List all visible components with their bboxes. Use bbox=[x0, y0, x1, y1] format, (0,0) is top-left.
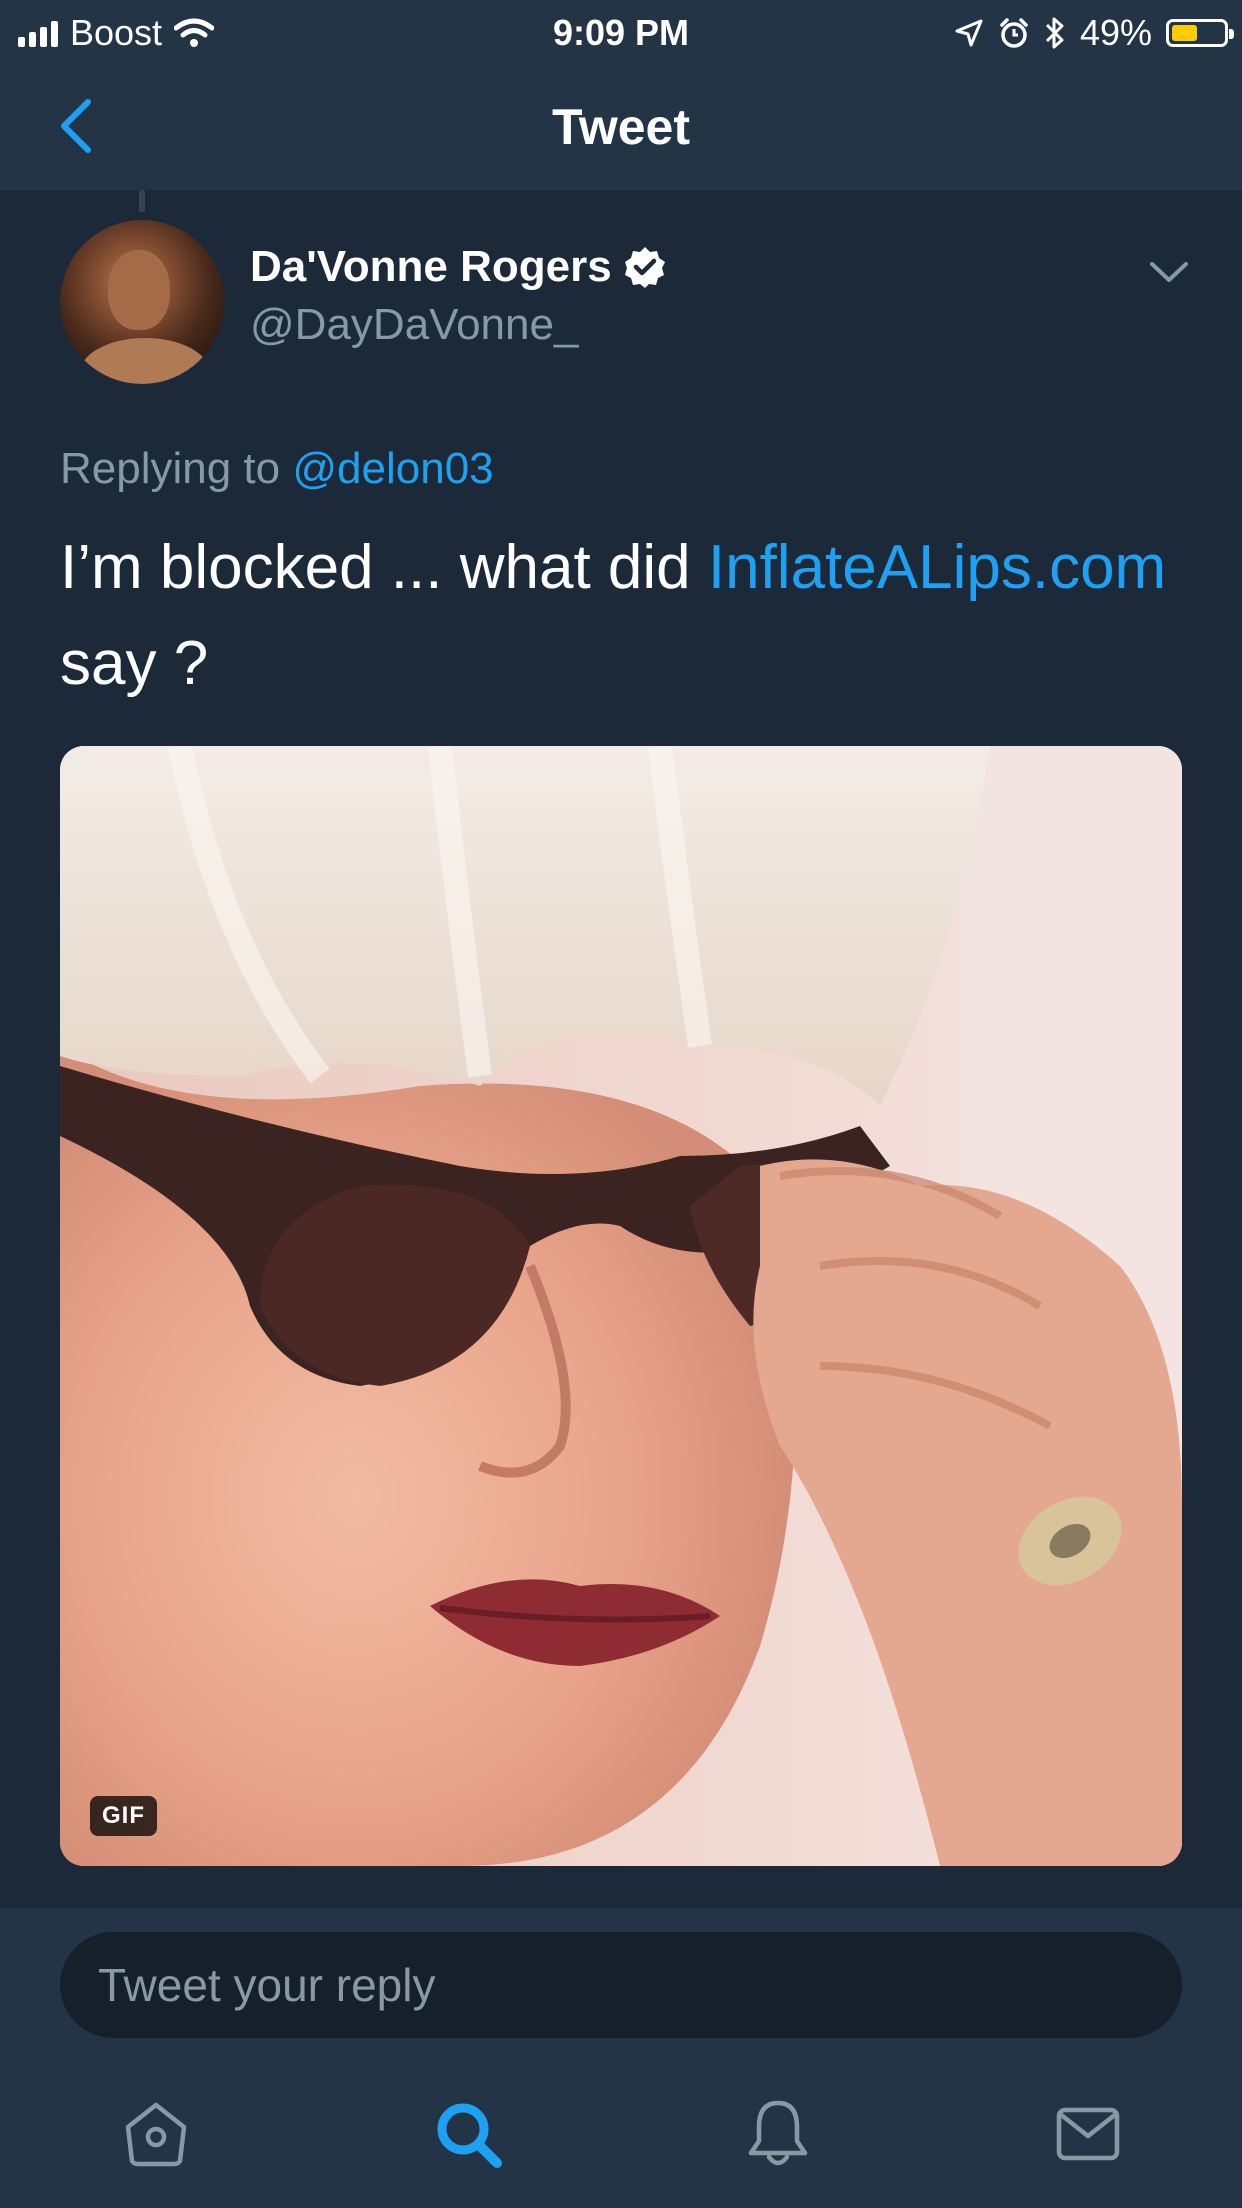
display-name: Da'Vonne Rogers bbox=[250, 242, 612, 291]
tab-notifications[interactable] bbox=[740, 2096, 816, 2172]
display-name-row: Da'Vonne Rogers bbox=[250, 242, 666, 292]
replying-prefix: Replying to bbox=[60, 444, 281, 493]
tab-home[interactable] bbox=[118, 2096, 194, 2172]
verified-icon bbox=[624, 247, 665, 288]
tweet-options-button[interactable] bbox=[1146, 256, 1192, 286]
reply-bar bbox=[0, 1908, 1242, 2058]
avatar-shoulder bbox=[80, 338, 210, 384]
tab-messages[interactable] bbox=[1050, 2096, 1126, 2172]
bell-icon bbox=[748, 2100, 808, 2166]
tweet: Da'Vonne Rogers @DayDaVonne_ Replying to… bbox=[0, 190, 1242, 1908]
screen: Boost 9:09 PM 49% Tweet Da'Vonne Rogers … bbox=[0, 0, 1242, 2208]
bluetooth-icon bbox=[1045, 17, 1064, 49]
status-right: 49% bbox=[954, 12, 1234, 54]
avatar-face bbox=[108, 250, 170, 330]
replying-mention-link[interactable]: @delon03 bbox=[292, 444, 493, 493]
reply-input[interactable] bbox=[60, 1932, 1182, 2038]
tab-bar bbox=[0, 2058, 1242, 2208]
avatar[interactable] bbox=[60, 220, 224, 384]
home-icon bbox=[125, 2102, 187, 2167]
tab-search[interactable] bbox=[430, 2096, 506, 2172]
tweet-link[interactable]: InflateALips.com bbox=[708, 533, 1166, 602]
tweet-text-after: say ? bbox=[60, 629, 209, 698]
thread-line bbox=[139, 190, 145, 212]
tweet-text: I’m blocked ... what did InflateALips.co… bbox=[60, 520, 1200, 712]
tweet-gif[interactable]: GIF bbox=[60, 746, 1182, 1866]
mail-icon bbox=[1056, 2107, 1120, 2161]
gif-badge: GIF bbox=[90, 1796, 157, 1836]
location-icon bbox=[955, 19, 983, 47]
status-bar: Boost 9:09 PM 49% bbox=[0, 0, 1242, 62]
nav-bar: Tweet bbox=[0, 62, 1242, 190]
user-handle: @DayDaVonne_ bbox=[250, 300, 579, 349]
chevron-down-icon bbox=[1150, 262, 1188, 282]
page-title: Tweet bbox=[552, 99, 690, 155]
battery-fill bbox=[1172, 25, 1197, 41]
user-info[interactable]: Da'Vonne Rogers @DayDaVonne_ bbox=[250, 242, 666, 350]
gif-image bbox=[60, 746, 1182, 1866]
search-icon bbox=[437, 2103, 502, 2168]
alarm-icon bbox=[1000, 18, 1028, 48]
replying-to: Replying to @delon03 bbox=[60, 444, 494, 494]
tweet-text-before: I’m blocked ... what did bbox=[60, 533, 708, 602]
battery-percent: 49% bbox=[1079, 12, 1152, 53]
battery-icon bbox=[1166, 19, 1234, 47]
